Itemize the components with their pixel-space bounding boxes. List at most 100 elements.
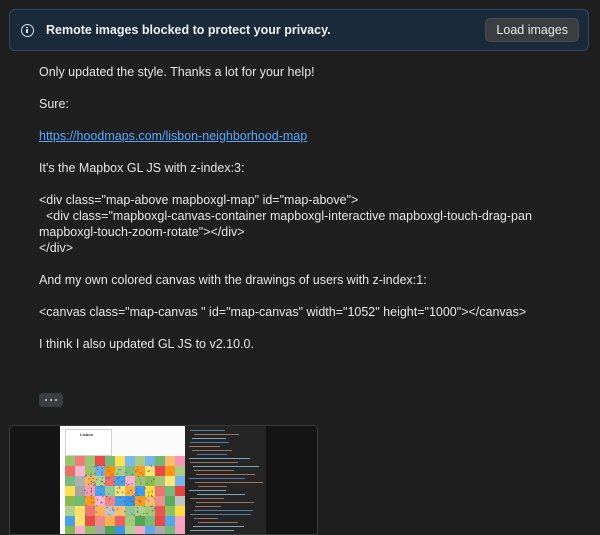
thumbnail-dot xyxy=(132,500,134,502)
thumbnail-grid-cell xyxy=(85,486,95,496)
thumbnail-code-line xyxy=(189,478,245,480)
attachment-thumbnail: Lisbon xyxy=(60,426,266,534)
show-trimmed-content-button[interactable] xyxy=(39,393,63,407)
thumbnail-code-line xyxy=(196,502,254,504)
thumbnail-dot xyxy=(101,467,103,470)
thumbnail-dot xyxy=(135,470,137,472)
thumbnail-dot xyxy=(150,505,152,507)
thumbnail-code-line xyxy=(194,470,234,472)
thumbnail-grid-cell xyxy=(95,486,105,496)
thumbnail-grid-cell xyxy=(115,506,125,516)
thumbnail-code-line xyxy=(194,510,253,512)
thumbnail-grid-cell xyxy=(165,456,175,466)
thumbnail-dot xyxy=(133,503,135,505)
thumbnail-grid-cell xyxy=(85,506,95,516)
thumbnail-grid-cell xyxy=(105,456,115,466)
thumbnail-dot xyxy=(93,481,95,483)
thumbnail-dot xyxy=(137,510,139,512)
thumbnail-grid-cell xyxy=(95,466,105,476)
thumbnail-dot xyxy=(119,487,121,489)
thumbnail-dot xyxy=(153,478,155,480)
thumbnail-dot xyxy=(85,474,87,476)
thumbnail-dot xyxy=(92,481,94,484)
thumbnail-code-line xyxy=(190,530,234,532)
thumbnail-dot xyxy=(101,477,103,479)
thumbnail-dot xyxy=(84,514,86,516)
thumbnail-dot xyxy=(104,465,106,467)
thumbnail-dot xyxy=(154,466,156,468)
thumbnail-dot xyxy=(121,481,123,483)
thumbnail-dot xyxy=(102,496,104,498)
thumbnail-dot xyxy=(107,466,109,468)
thumbnail-dot xyxy=(100,480,102,482)
thumbnail-dot xyxy=(101,480,104,483)
thumbnail-dot xyxy=(135,494,137,497)
thumbnail-code-line xyxy=(189,446,220,448)
thumbnail-dot xyxy=(153,498,155,500)
thumbnail-grid-cell xyxy=(175,506,185,516)
thumbnail-dot xyxy=(151,491,153,493)
thumbnail-dot xyxy=(101,471,103,473)
thumbnail-dot xyxy=(142,474,144,476)
thumbnail-code-line xyxy=(190,442,229,444)
thumbnail-dot xyxy=(113,481,115,483)
thumbnail-code-line xyxy=(189,458,250,460)
thumbnail-grid-cell xyxy=(145,516,155,526)
thumbnail-dot xyxy=(127,484,129,486)
thumbnail-dot xyxy=(146,512,148,514)
thumbnail-dot xyxy=(96,479,98,481)
thumbnail-grid-cell xyxy=(175,516,185,526)
thumbnail-dot xyxy=(109,498,111,500)
thumbnail-grid-cell xyxy=(155,516,165,526)
thumbnail-grid-cell xyxy=(135,516,145,526)
code-snippet-div: <div class="map-above mapboxgl-map" id="… xyxy=(39,192,589,256)
thumbnail-grid-cell xyxy=(75,526,85,534)
thumbnail-dot xyxy=(150,480,153,482)
thumbnail-grid-cell xyxy=(105,486,115,496)
thumbnail-dot xyxy=(135,481,137,483)
thumbnail-dot xyxy=(96,499,98,501)
thumbnail-dot xyxy=(95,511,97,513)
image-attachment[interactable]: Lisbon xyxy=(9,425,318,535)
thumbnail-dot xyxy=(120,469,122,471)
hoodmaps-link[interactable]: https://hoodmaps.com/lisbon-neighborhood… xyxy=(39,129,307,143)
thumbnail-dot xyxy=(150,495,153,497)
thumbnail-dot xyxy=(139,514,141,517)
thumbnail-code-line xyxy=(190,514,251,516)
thumbnail-grid-cell xyxy=(175,486,185,496)
thumbnail-dot xyxy=(136,488,138,490)
thumbnail-dot xyxy=(123,500,126,502)
thumbnail-grid-cell xyxy=(155,526,165,534)
thumbnail-dot xyxy=(108,476,110,479)
thumbnail-dot xyxy=(136,507,139,509)
thumbnail-dot xyxy=(112,507,114,509)
thumbnail-dot xyxy=(93,466,95,468)
thumbnail-color-grid xyxy=(65,456,185,534)
thumbnail-dot xyxy=(144,487,147,489)
thumbnail-dot xyxy=(96,465,98,467)
thumbnail-grid-cell xyxy=(65,456,75,466)
message-body: Only updated the style. Thanks a lot for… xyxy=(39,64,589,368)
thumbnail-grid-cell xyxy=(95,456,105,466)
thumbnail-dot xyxy=(137,475,139,478)
thumbnail-code-line xyxy=(192,438,226,440)
thumbnail-dot xyxy=(128,483,130,486)
thumbnail-code-line xyxy=(190,430,225,432)
thumbnail-grid-cell xyxy=(85,496,95,506)
thumbnail-dot xyxy=(113,484,115,486)
thumbnail-code-line xyxy=(197,494,245,496)
load-images-button[interactable]: Load images xyxy=(485,18,579,42)
thumbnail-dot xyxy=(143,505,145,508)
remote-images-banner: Remote images blocked to protect your pr… xyxy=(9,9,589,51)
message-line: Only updated the style. Thanks a lot for… xyxy=(39,65,315,79)
thumbnail-dot xyxy=(132,495,134,497)
thumbnail-dot xyxy=(92,478,94,480)
thumbnail-grid-cell xyxy=(75,476,85,486)
banner-message: Remote images blocked to protect your pr… xyxy=(46,23,331,37)
thumbnail-dot xyxy=(119,486,121,488)
thumbnail-grid-cell xyxy=(75,466,85,476)
thumbnail-grid-cell xyxy=(165,526,175,534)
code-line: <div class="mapboxgl-canvas-container ma… xyxy=(39,209,536,239)
thumbnail-code-line xyxy=(192,450,232,452)
thumbnail-dot xyxy=(124,511,126,513)
